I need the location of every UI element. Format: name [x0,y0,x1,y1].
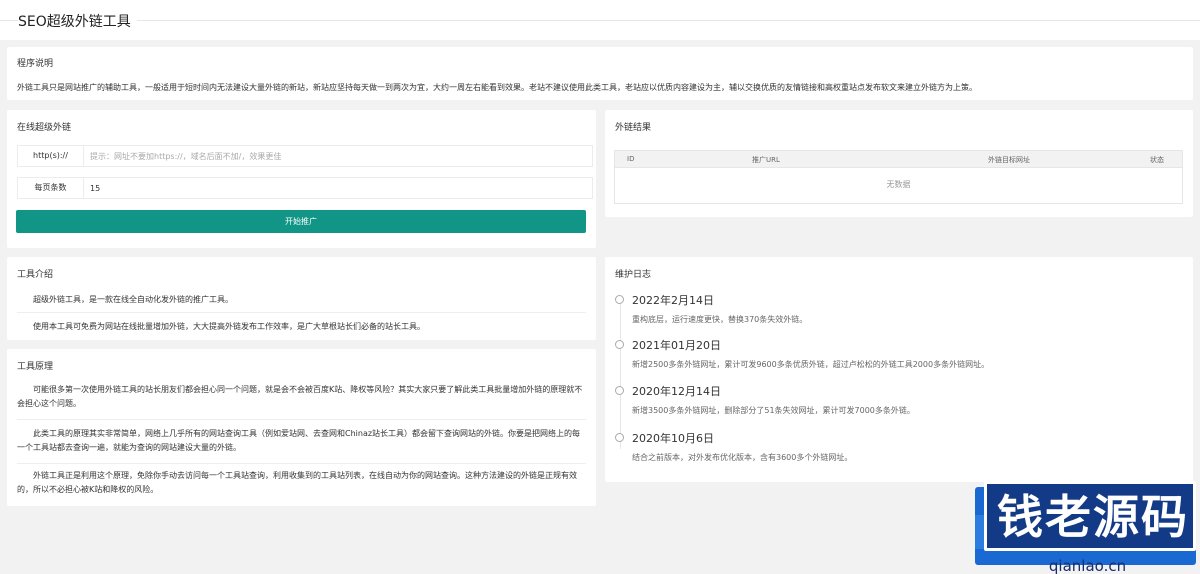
intro-heading: 工具介绍 [17,270,54,280]
intro-card: 工具介绍 超级外链工具，是一款在线全自动化发外链的推广工具。 使用本工具可免费为… [7,257,596,340]
principle-paragraph-2: 此类工具的原理其实非常简单，网络上几乎所有的网站查询工具（例如爱站网、去查网和C… [17,429,581,452]
logo-box: 钱老源码 [984,481,1196,551]
page-title: SEO超级外链工具 [18,11,137,31]
intro-paragraph-1: 超级外链工具，是一款在线全自动化发外链的推广工具。 [33,295,233,304]
description-card: 程序说明 外链工具只是网站推广的辅助工具，一般适用于短时间内无法建设大量外链的新… [7,47,1193,100]
timeline-dot-icon [615,295,624,304]
timeline-text: 新增3500多条外链网址，删除部分了51条失效网址，累计可发7000多条外链。 [632,406,915,415]
timeline-dot-icon [615,433,624,442]
results-empty-text: 无数据 [886,180,911,189]
column-header-promo-url: 推广URL [752,156,780,164]
intro-paragraph-2: 使用本工具可免费为网站在线批量增加外链，大大提高外链发布工作效率，是广大草根站长… [33,322,425,331]
principle-divider-1 [17,419,586,420]
logo-url: qianlao.cn [1048,557,1127,574]
per-page-label: 每页条数 [18,178,84,198]
header-divider-left [0,20,14,21]
results-card: 外链结果 ID 推广URL 外链目标网址 状态 无数据 [605,110,1193,217]
maintenance-log-card: 维护日志 2022年2月14日 重构底层，运行速度更快，替换370条失效外链。 … [605,257,1193,482]
logo-name: 钱老源码 [997,490,1189,544]
online-links-card: 在线超级外链 http(s):// 每页条数 开始推广 [7,110,596,248]
timeline-text: 新增2500多条外链网址，累计可发9600多条优质外链，超过卢松松的外链工具20… [632,360,990,369]
timeline-line [620,299,621,449]
description-heading: 程序说明 [17,59,54,69]
principle-card: 工具原理 可能很多第一次使用外链工具的站长朋友们都会担心同一个问题，就是会不会被… [7,349,596,506]
description-text: 外链工具只是网站推广的辅助工具，一般适用于短时间内无法建设大量外链的新站，新站应… [17,83,977,92]
column-header-id: ID [627,155,635,163]
page-header: SEO超级外链工具 [0,0,1200,40]
timeline-date: 2021年01月20日 [632,339,721,352]
timeline-date: 2020年12月14日 [632,385,721,398]
header-divider [0,20,1200,21]
principle-paragraph-1: 可能很多第一次使用外链工具的站长朋友们都会担心同一个问题，就是会不会被百度K站、… [17,385,583,408]
column-header-status: 状态 [1150,156,1164,164]
results-table: ID 推广URL 外链目标网址 状态 无数据 [614,150,1183,204]
principle-divider-2 [17,463,586,464]
intro-divider [17,312,586,313]
principle-heading: 工具原理 [17,362,54,372]
url-input[interactable] [90,148,585,164]
results-table-header: ID 推广URL 外链目标网址 状态 [615,151,1182,168]
timeline-text: 结合之前版本，对外发布优化版本，含有3600多个外链网址。 [632,453,853,462]
per-page-input[interactable] [90,180,585,196]
online-links-heading: 在线超级外链 [17,123,72,133]
timeline-text: 重构底层，运行速度更快，替换370条失效外链。 [632,315,808,324]
url-prefix-label: http(s):// [18,146,84,166]
principle-paragraph-3: 外链工具正是利用这个原理，免除你手动去访问每一个工具站查询，利用收集到的工具站列… [17,471,577,494]
column-header-target-url: 外链目标网址 [988,156,1030,164]
url-row: http(s):// [17,145,593,167]
results-heading: 外链结果 [615,123,652,133]
timeline-dot-icon [615,340,624,349]
timeline-dot-icon [615,386,624,395]
per-page-row: 每页条数 [17,177,593,199]
log-heading: 维护日志 [615,270,652,280]
timeline-date: 2022年2月14日 [632,294,714,307]
timeline-date: 2020年10月6日 [632,432,714,445]
watermark-logo: 钱老源码 qianlao.cn [975,481,1200,574]
start-promotion-button[interactable]: 开始推广 [16,210,586,233]
